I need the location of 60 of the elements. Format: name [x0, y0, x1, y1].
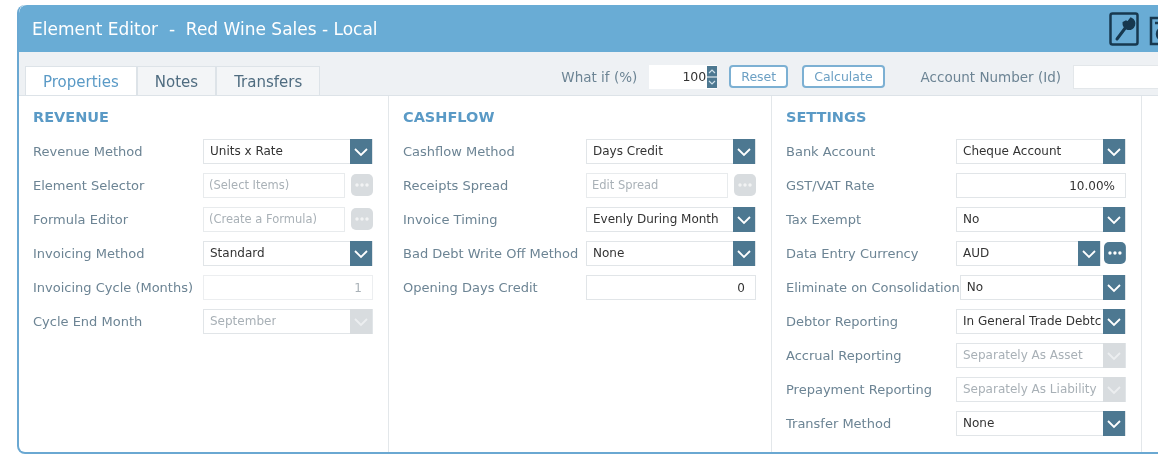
caret-icon [733, 206, 755, 232]
account-number-label: Account Number (Id) [920, 68, 1061, 85]
tab[interactable]: Notes [136, 66, 217, 95]
dropdown[interactable]: No [959, 274, 1126, 300]
field-label: Opening Days Credit [403, 279, 538, 295]
section-heading: CASHFLOW [403, 109, 496, 125]
dropdown[interactable]: Evenly During Month [586, 206, 756, 232]
field-label: Bank Account [786, 143, 876, 159]
dropdown[interactable]: None [586, 240, 756, 266]
account-number-field[interactable] [1073, 64, 1158, 89]
window-title: Element Editor - Red Wine Sales - Local [32, 18, 378, 39]
dropdown[interactable]: None [956, 410, 1126, 436]
field-label: Invoicing Method [33, 245, 145, 261]
field-label: Invoice Timing [403, 211, 498, 227]
field-label: Data Entry Currency [786, 245, 919, 261]
dropdown[interactable]: In General Trade Debtc [956, 308, 1126, 334]
caret-icon [1103, 138, 1125, 164]
dropdown[interactable]: Days Credit [586, 138, 756, 164]
field-label: Tax Exempt [786, 211, 862, 227]
field-label: Prepayment Reporting [786, 381, 932, 397]
field-label: Formula Editor [33, 211, 129, 227]
field-label: Receipts Spread [403, 177, 509, 193]
field-label: Debtor Reporting [786, 313, 898, 329]
field-label: Eliminate on Consolidation [786, 279, 960, 295]
dropdown[interactable]: Standard [203, 240, 373, 266]
caret-icon [350, 308, 372, 334]
percent-spinner[interactable]: 100 [649, 64, 718, 89]
wrench-icon[interactable] [1109, 11, 1139, 46]
section-heading: SETTINGS [786, 109, 868, 125]
caret-icon [1103, 274, 1125, 300]
field-label: Revenue Method [33, 143, 143, 159]
field-label: Accrual Reporting [786, 347, 902, 363]
caret-icon [733, 240, 755, 266]
section-heading: REVENUE [33, 109, 110, 125]
field-label: Invoicing Cycle (Months) [33, 279, 194, 295]
number-field[interactable]: 10.00% [956, 172, 1126, 198]
field-label: Cashflow Method [403, 143, 515, 159]
caret-icon [350, 240, 372, 266]
caret-icon [1103, 410, 1125, 436]
caret-icon [1103, 206, 1125, 232]
caret-icon [350, 138, 372, 164]
caret-icon [1078, 240, 1101, 266]
caret-icon [1103, 376, 1125, 402]
dropdown[interactable]: Cheque Account [956, 138, 1126, 164]
field-label: Cycle End Month [33, 313, 143, 329]
dropdown[interactable]: No [956, 206, 1126, 232]
field-label: Element Selector [33, 177, 145, 193]
field-label: GST/VAT Rate [786, 177, 875, 193]
dropdown[interactable]: AUD [956, 240, 1102, 266]
more-button[interactable] [1104, 242, 1126, 264]
caret-icon [1103, 342, 1125, 368]
caret-icon [733, 138, 755, 164]
number-field[interactable]: 0 [586, 274, 756, 300]
caret-icon [1103, 308, 1125, 334]
spinner-arrows-icon[interactable] [707, 65, 718, 88]
dropdown[interactable]: Units x Rate [203, 138, 373, 164]
field-label: Transfer Method [786, 415, 892, 431]
what-if-label: What if (%) [561, 68, 638, 85]
field-label: Bad Debt Write Off Method [403, 245, 579, 261]
tab[interactable]: Transfers [216, 66, 321, 95]
